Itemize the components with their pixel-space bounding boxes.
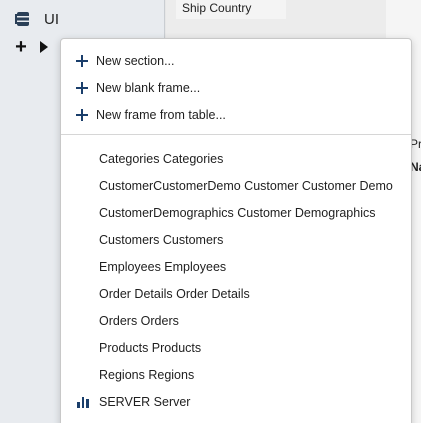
menu-new-blank-frame[interactable]: New blank frame... [61, 75, 411, 101]
ui-node[interactable]: UI [14, 8, 59, 30]
menu-item-label: SERVER Server [99, 395, 191, 409]
menu-item-label: Products Products [99, 341, 202, 355]
menu-separator [61, 134, 411, 135]
menu-new-frame-from-table[interactable]: New frame from table... [61, 102, 411, 128]
menu-item-label: New frame from table... [96, 108, 226, 122]
expand-caret-icon[interactable] [40, 41, 48, 53]
plus-icon [76, 82, 88, 94]
menu-new-section[interactable]: New section... [61, 48, 411, 74]
menu-item-label: Orders Orders [99, 314, 179, 328]
menu-table-employees[interactable]: Employees Employees [61, 254, 411, 280]
menu-item-label: Customers Customers [99, 233, 224, 247]
menu-item-label: Order Details Order Details [99, 287, 250, 301]
database-icon [15, 12, 29, 26]
menu-item-label: New section... [96, 54, 175, 68]
menu-table-server[interactable]: SERVER Server [61, 389, 411, 415]
plus-icon [76, 109, 88, 121]
menu-table-orders[interactable]: Orders Orders [61, 308, 411, 334]
menu-table-categories[interactable]: Categories Categories [61, 146, 411, 172]
menu-table-regions[interactable]: Regions Regions [61, 362, 411, 388]
menu-table-customerdemographics[interactable]: CustomerDemographics Customer Demographi… [61, 200, 411, 226]
ui-node-label: UI [44, 10, 59, 28]
menu-table-customers[interactable]: Customers Customers [61, 227, 411, 253]
add-menu-popup: New section... New blank frame... New fr… [60, 38, 412, 423]
menu-item-label: Regions Regions [99, 368, 195, 382]
menu-table-customercustomerdemo[interactable]: CustomerCustomerDemo Customer Customer D… [61, 173, 411, 199]
menu-item-label: Employees Employees [99, 260, 227, 274]
left-toolbar: + [12, 36, 48, 58]
menu-item-label: CustomerCustomerDemo Customer Customer D… [99, 179, 393, 193]
field-row-ship-country[interactable]: Ship Country [176, 0, 286, 19]
menu-item-label: CustomerDemographics Customer Demographi… [99, 206, 376, 220]
add-button[interactable]: + [12, 37, 30, 57]
plus-icon [76, 55, 88, 67]
menu-item-label: New blank frame... [96, 81, 201, 95]
menu-table-products[interactable]: Products Products [61, 335, 411, 361]
menu-table-order-details[interactable]: Order Details Order Details [61, 281, 411, 307]
bar-chart-icon [77, 397, 90, 408]
menu-item-label: Categories Categories [99, 152, 224, 166]
